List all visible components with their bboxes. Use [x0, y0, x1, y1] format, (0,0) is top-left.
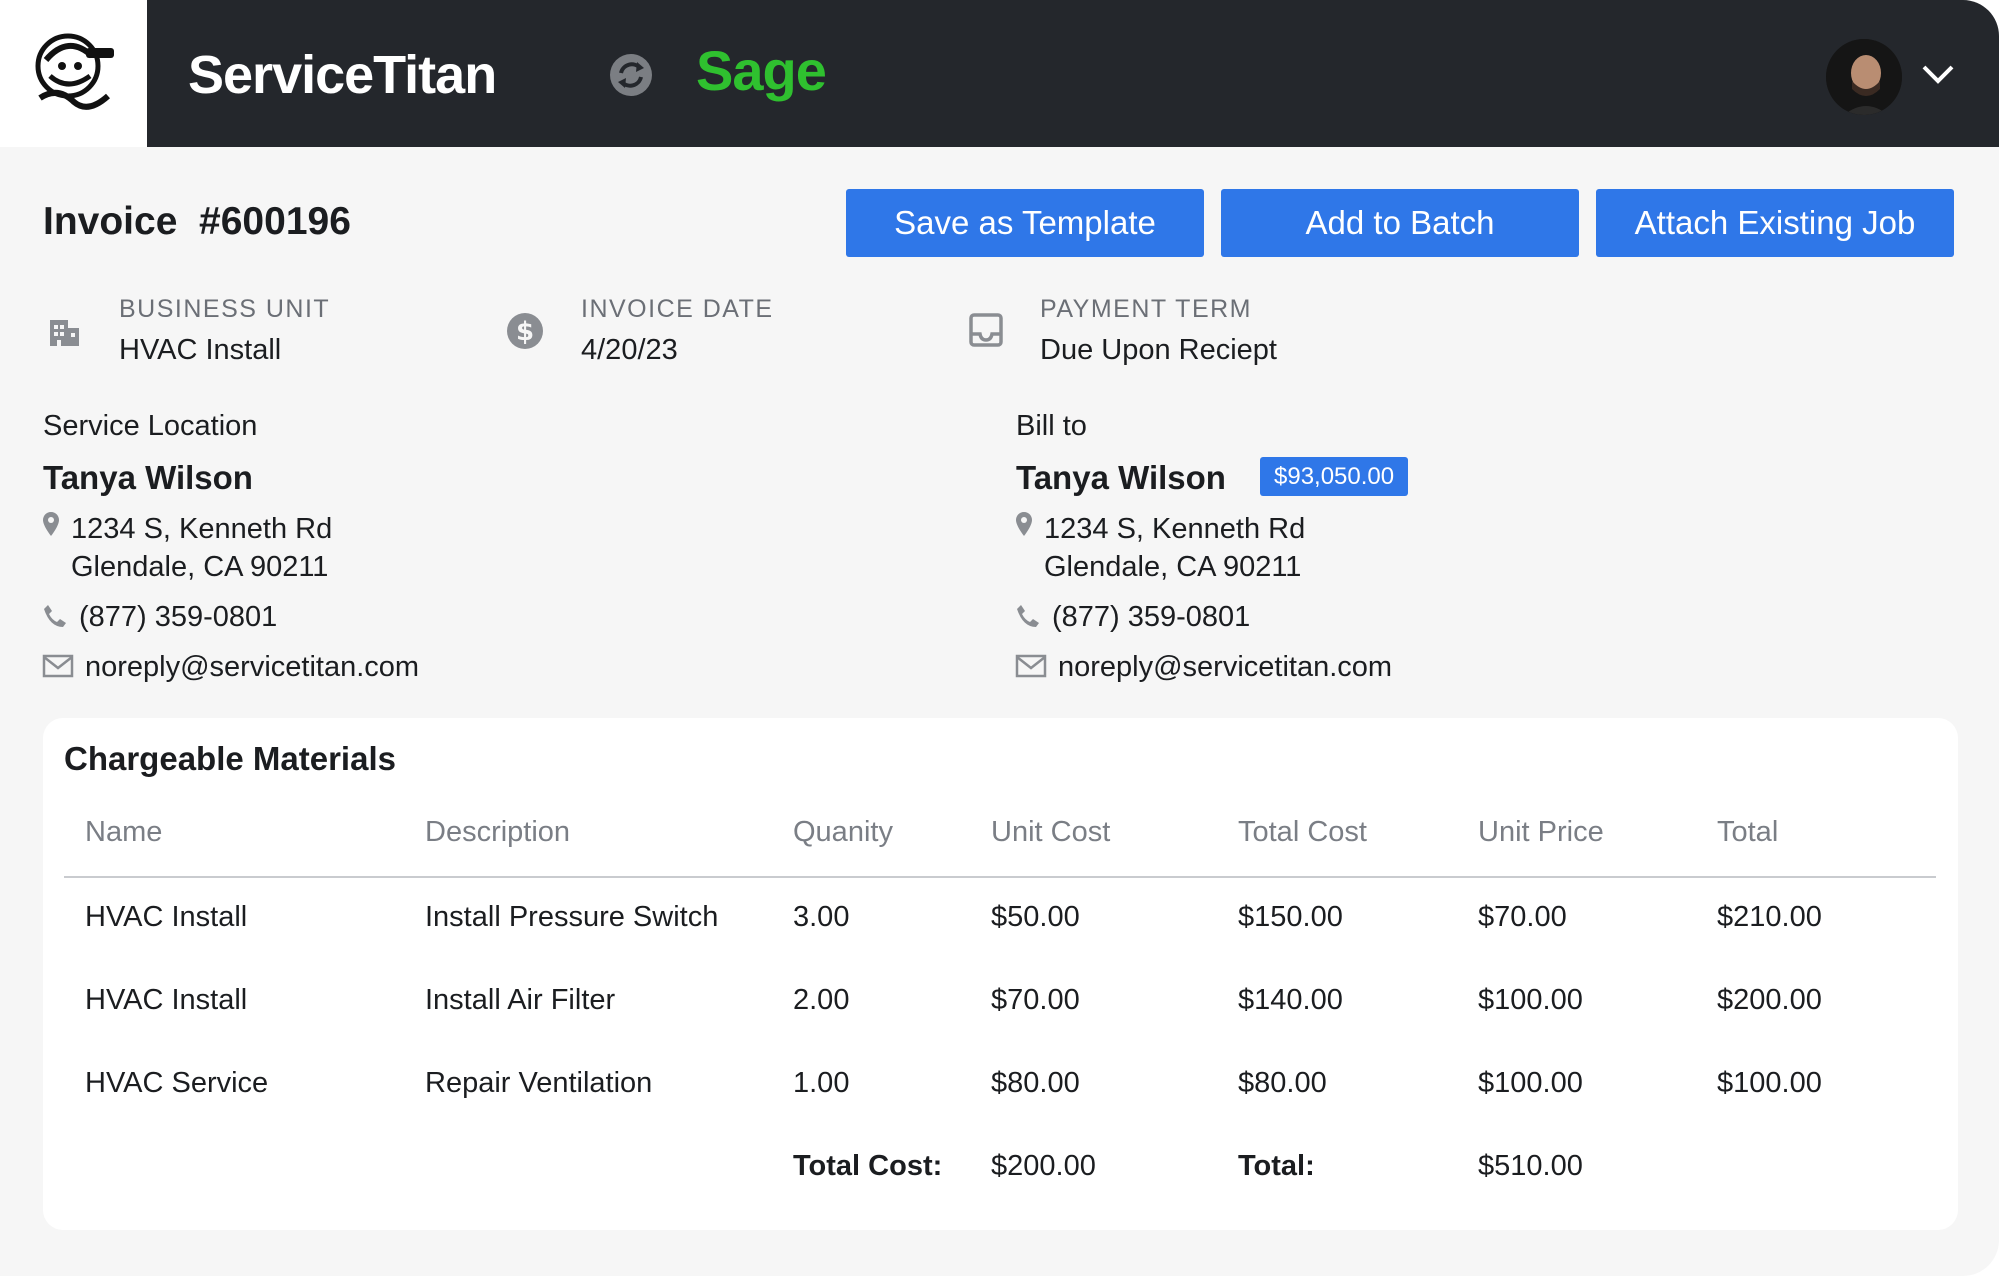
table-divider [64, 876, 1936, 878]
payment-term-label: PAYMENT TERM [1040, 295, 1253, 323]
cell-total-cost: $140.00 [1238, 984, 1343, 1016]
bill-address-line1: 1234 S, Kenneth Rd [1044, 513, 1306, 545]
column-header-total-cost: Total Cost [1238, 816, 1367, 848]
mail-icon [42, 654, 74, 678]
payment-term-value: Due Upon Reciept [1040, 334, 1277, 366]
bill-address-line2: Glendale, CA 90211 [1044, 551, 1302, 583]
column-header-description: Description [425, 816, 571, 848]
sync-icon[interactable] [607, 51, 655, 99]
cell-description: Install Pressure Switch [425, 901, 719, 933]
titan-mascot-icon [35, 33, 114, 110]
materials-title: Chargeable Materials [64, 740, 396, 777]
column-header-unit-cost: Unit Cost [991, 816, 1111, 848]
inbox-icon [969, 313, 1003, 347]
service-phone[interactable]: (877) 359-0801 [79, 601, 277, 634]
invoice-window: ServiceTitan Sage Invoice #600196 Save a… [0, 0, 1999, 1276]
cell-quantity: 3.00 [793, 901, 850, 933]
total-cost-value: $200.00 [991, 1150, 1096, 1182]
chargeable-materials-card: Chargeable Materials Name Description Qu… [43, 718, 1958, 1230]
add-to-batch-button[interactable]: Add to Batch [1221, 189, 1579, 257]
service-location-name: Tanya Wilson [43, 459, 253, 496]
brand-name: ServiceTitan [188, 45, 497, 105]
cell-unit-cost: $50.00 [991, 901, 1080, 933]
bill-phone[interactable]: (877) 359-0801 [1052, 601, 1250, 634]
cell-unit-cost: $80.00 [991, 1067, 1080, 1099]
building-icon [50, 320, 79, 346]
cell-name: HVAC Install [85, 984, 248, 1016]
cell-description: Repair Ventilation [425, 1067, 653, 1099]
cell-name: HVAC Service [85, 1067, 269, 1099]
total-cost-label: Total Cost: [793, 1150, 943, 1182]
bill-to-name: Tanya Wilson [1016, 459, 1226, 496]
cell-unit-cost: $70.00 [991, 984, 1080, 1016]
service-location-label: Service Location [43, 410, 258, 442]
svg-text:$: $ [516, 317, 534, 347]
map-pin-icon [1016, 512, 1032, 536]
attach-existing-job-button[interactable]: Attach Existing Job [1596, 189, 1954, 257]
map-pin-icon [43, 512, 59, 536]
mail-icon [1015, 654, 1047, 678]
business-unit-value: HVAC Install [119, 334, 282, 366]
total-value: $510.00 [1478, 1150, 1583, 1182]
cell-quantity: 2.00 [793, 984, 850, 1016]
cell-description: Install Air Filter [425, 984, 616, 1016]
cell-total-cost: $150.00 [1238, 901, 1343, 933]
sage-logo: Sage [696, 39, 827, 102]
chevron-down-icon[interactable] [1920, 62, 1956, 86]
column-header-unit-price: Unit Price [1478, 816, 1604, 848]
column-header-total: Total [1717, 816, 1779, 848]
cell-total: $100.00 [1717, 1067, 1822, 1099]
user-photo-icon [1826, 39, 1902, 115]
save-as-template-button[interactable]: Save as Template [846, 189, 1204, 257]
invoice-date-value: 4/20/23 [581, 334, 678, 366]
user-avatar[interactable] [1826, 39, 1902, 115]
top-bar: ServiceTitan Sage [0, 0, 1999, 147]
cell-name: HVAC Install [85, 901, 248, 933]
cell-unit-price: $100.00 [1478, 984, 1583, 1016]
cell-unit-price: $70.00 [1478, 901, 1567, 933]
dollar-icon: $ [507, 313, 543, 349]
cell-total: $210.00 [1717, 901, 1822, 933]
page-title: Invoice #600196 [43, 200, 351, 243]
service-address-line1: 1234 S, Kenneth Rd [71, 513, 333, 545]
cell-unit-price: $100.00 [1478, 1067, 1583, 1099]
service-address-line2: Glendale, CA 90211 [71, 551, 329, 583]
invoice-date-label: INVOICE DATE [581, 295, 774, 323]
bill-email[interactable]: noreply@servicetitan.com [1058, 651, 1392, 684]
total-label: Total: [1238, 1150, 1315, 1182]
business-unit-label: BUSINESS UNIT [119, 295, 331, 323]
column-header-name: Name [85, 816, 163, 848]
servicetitan-logo[interactable] [0, 0, 147, 147]
bill-to-label: Bill to [1016, 410, 1087, 442]
balance-badge: $93,050.00 [1260, 457, 1409, 496]
column-header-quantity: Quanity [793, 816, 893, 848]
phone-icon [44, 605, 66, 627]
service-email[interactable]: noreply@servicetitan.com [85, 651, 419, 684]
cell-quantity: 1.00 [793, 1067, 850, 1099]
cell-total-cost: $80.00 [1238, 1067, 1327, 1099]
phone-icon [1017, 605, 1039, 627]
cell-total: $200.00 [1717, 984, 1822, 1016]
